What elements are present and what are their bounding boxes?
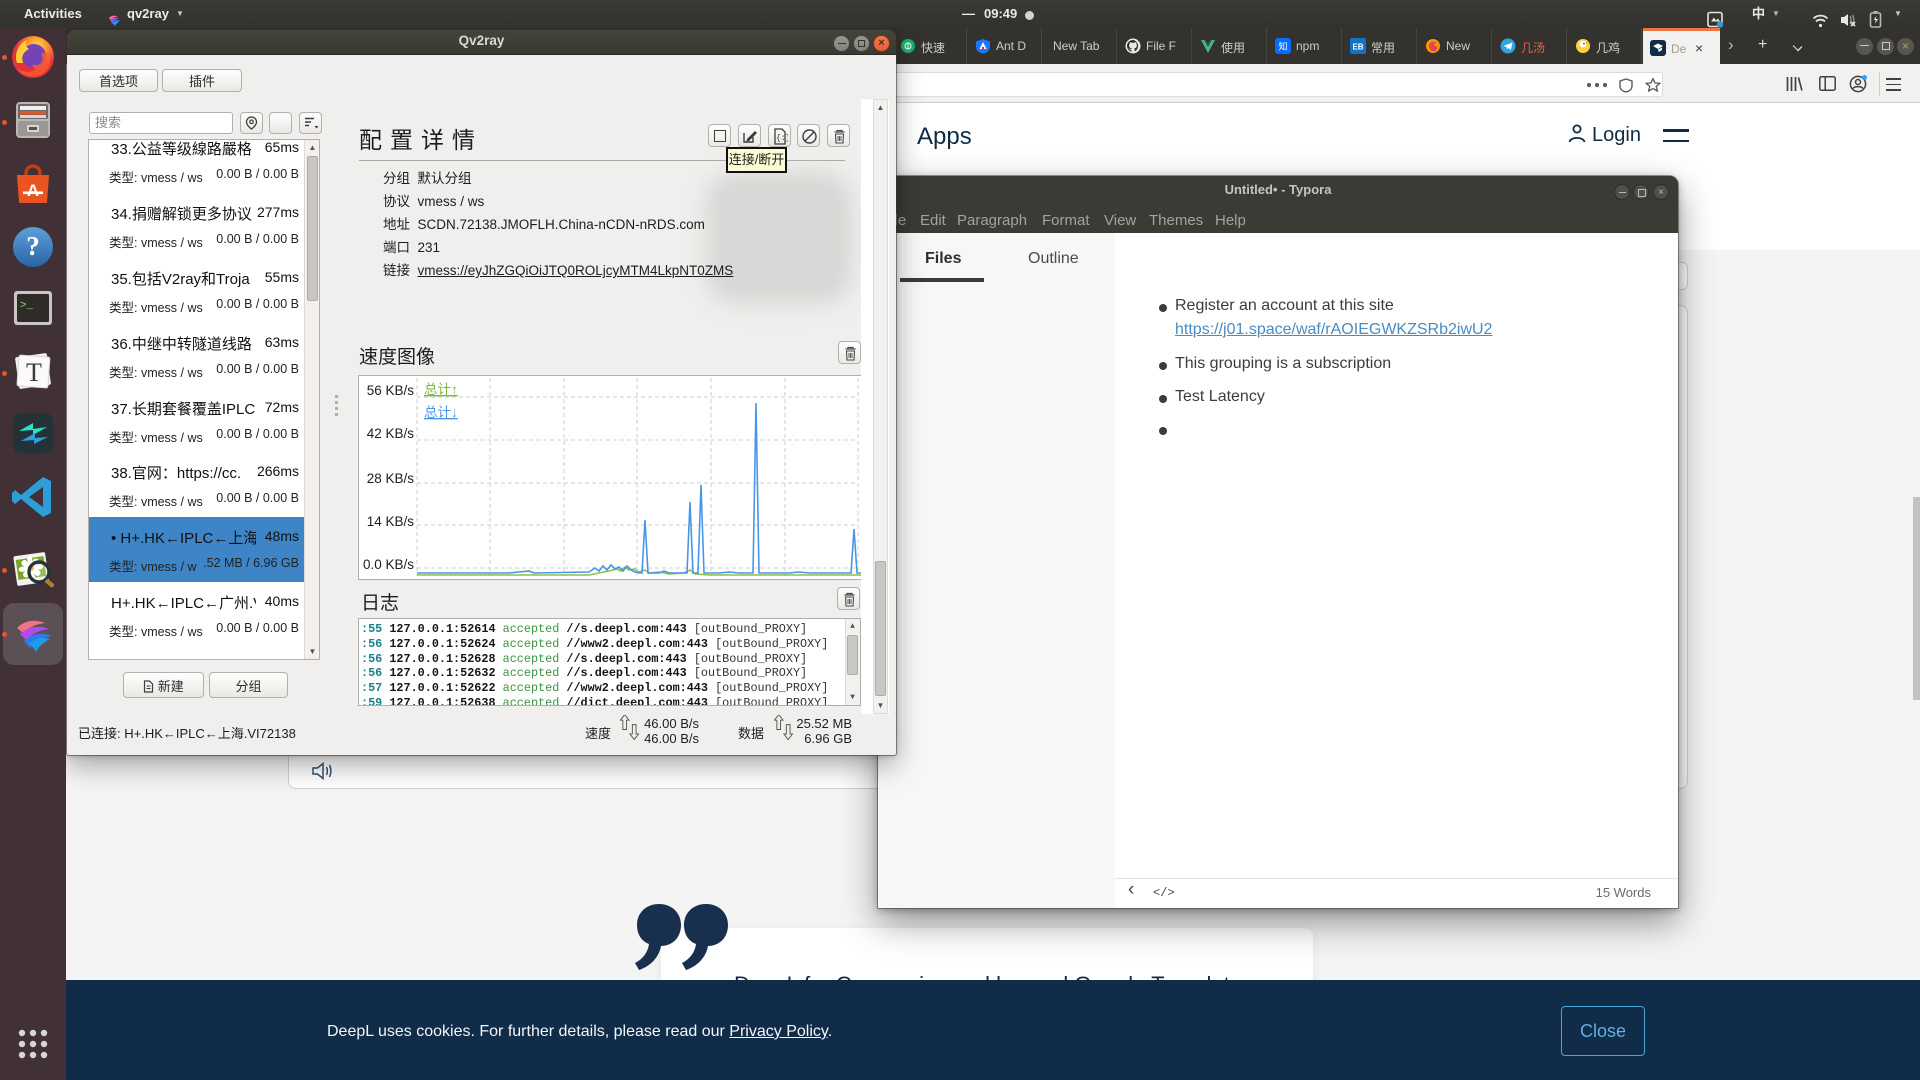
svg-text:总计↑: 总计↑ bbox=[424, 382, 458, 397]
svg-text:?: ? bbox=[26, 231, 40, 261]
svg-text:A: A bbox=[27, 181, 39, 200]
svg-text:EB: EB bbox=[1352, 43, 1363, 52]
svg-text:总计↓: 总计↓ bbox=[424, 405, 458, 420]
svg-text:0.0 KB/s: 0.0 KB/s bbox=[363, 557, 414, 572]
svg-text:T: T bbox=[26, 358, 42, 387]
svg-text:28 KB/s: 28 KB/s bbox=[367, 471, 415, 486]
svg-text:56 KB/s: 56 KB/s bbox=[367, 383, 415, 398]
svg-text:>_: >_ bbox=[20, 300, 34, 312]
svg-text:知: 知 bbox=[1278, 41, 1287, 52]
svg-text:14 KB/s: 14 KB/s bbox=[367, 514, 415, 529]
svg-text:42 KB/s: 42 KB/s bbox=[367, 426, 415, 441]
svg-text:{:}: {:} bbox=[776, 134, 788, 143]
